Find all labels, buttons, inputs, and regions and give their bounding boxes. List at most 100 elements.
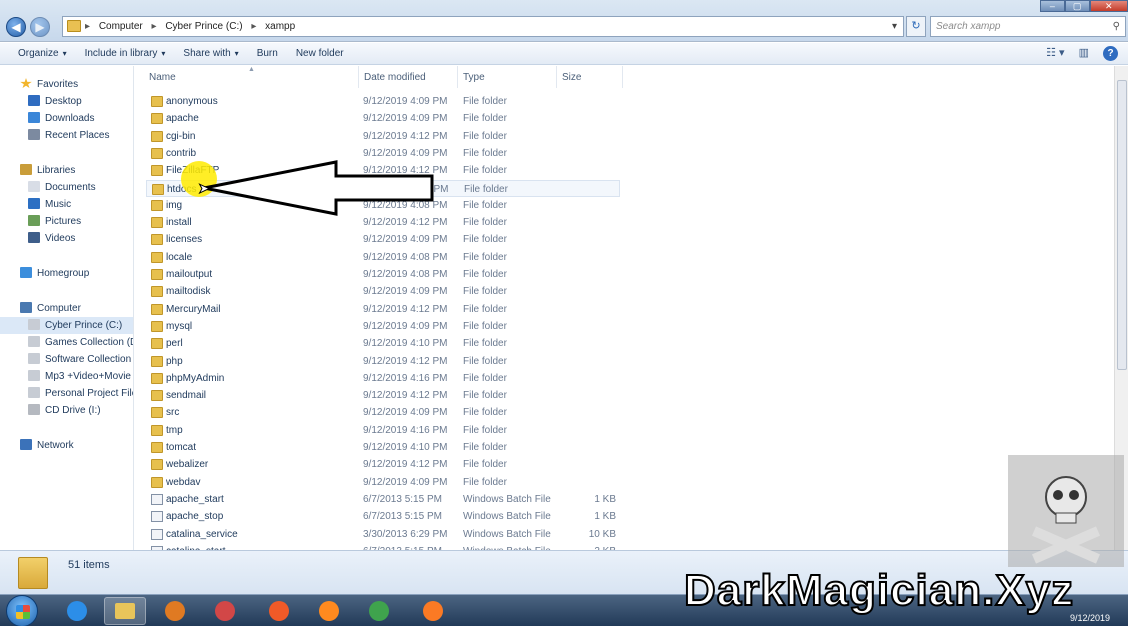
taskbar-media-player-button[interactable] [154, 597, 196, 625]
nav-item-software-collection[interactable]: Software Collection [0, 351, 133, 368]
file-date: 9/12/2019 4:12 PM [363, 355, 448, 367]
nav-item-label: CD Drive (I:) [45, 405, 101, 416]
nav-item-favorites[interactable]: Favorites [0, 76, 133, 93]
taskbar-firefox-button[interactable] [308, 597, 350, 625]
taskbar-windows-explorer-button[interactable] [104, 597, 146, 625]
file-row-php[interactable]: php 9/12/2019 4:12 PM File folder [146, 353, 620, 370]
nav-item-desktop[interactable]: Desktop [0, 93, 133, 110]
taskbar-snipping-tool-button[interactable] [204, 597, 246, 625]
file-row-mailoutput[interactable]: mailoutput 9/12/2019 4:08 PM File folder [146, 266, 620, 283]
help-icon[interactable]: ? [1103, 46, 1118, 61]
nav-item-downloads[interactable]: Downloads [0, 110, 133, 127]
nav-item-mp3-video-movie[interactable]: Mp3 +Video+Movie [0, 368, 133, 385]
file-date: 9/12/2019 4:09 PM [363, 234, 448, 246]
file-row-catalina-start[interactable]: catalina_start 6/7/2013 5:15 PM Windows Ba… [146, 543, 620, 550]
chevron-down-icon[interactable]: ▾ [892, 17, 897, 36]
nav-item-videos[interactable]: Videos [0, 230, 133, 247]
file-row-sendmail[interactable]: sendmail 9/12/2019 4:12 PM File folder [146, 387, 620, 404]
forward-arrow-icon[interactable]: ▶ [30, 17, 50, 37]
search-icon[interactable]: ⚲ [1113, 17, 1120, 36]
folder-icon [151, 372, 163, 384]
drive-icon [28, 353, 40, 364]
breadcrumb-drive[interactable]: Cyber Prince (C:) [165, 21, 242, 32]
watermark: DarkMagician.Xyz [683, 565, 1075, 616]
nav-item-games-collection-d[interactable]: Games Collection (D [0, 334, 133, 351]
taskbar-brave-button[interactable] [258, 597, 300, 625]
desktop-icon [28, 95, 40, 106]
start-button[interactable] [6, 595, 38, 626]
nav-item-computer[interactable]: Computer [0, 300, 133, 317]
file-row-catalina-service[interactable]: catalina_service 3/30/2013 6:29 PM Windows… [146, 526, 620, 543]
videos-icon [28, 232, 40, 243]
maximize-button[interactable]: ▢ [1064, 0, 1090, 12]
toolbar-share-with-button[interactable]: Share with ▾ [174, 48, 247, 59]
file-row-webdav[interactable]: webdav 9/12/2019 4:09 PM File folder [146, 474, 620, 491]
breadcrumb-xampp[interactable]: xampp [265, 21, 295, 32]
column-header-size[interactable]: Size [562, 72, 581, 83]
file-row-webalizer[interactable]: webalizer 9/12/2019 4:12 PM File folder [146, 456, 620, 473]
breadcrumb-computer[interactable]: Computer [99, 21, 143, 32]
toolbar-include-in-library-button[interactable]: Include in library ▾ [76, 48, 175, 59]
refresh-icon[interactable]: ↻ [906, 16, 926, 37]
file-row-licenses[interactable]: licenses 9/12/2019 4:09 PM File folder [146, 231, 620, 248]
nav-item-personal-project-file[interactable]: Personal Project File [0, 385, 133, 402]
file-row-anonymous[interactable]: anonymous 9/12/2019 4:09 PM File folder [146, 93, 620, 110]
file-row-apache-start[interactable]: apache_start 6/7/2013 5:15 PM Windows Batc… [146, 491, 620, 508]
nav-item-label: Videos [45, 233, 76, 244]
minimize-button[interactable]: – [1040, 0, 1065, 12]
file-row-tomcat[interactable]: tomcat 9/12/2019 4:10 PM File folder [146, 439, 620, 456]
folder-icon [151, 269, 163, 280]
nav-item-recent-places[interactable]: Recent Places [0, 127, 133, 144]
column-header-name[interactable]: Name [149, 72, 176, 83]
file-row-apache[interactable]: apache 9/12/2019 4:09 PM File folder [146, 110, 620, 127]
view-options-icon[interactable]: ☷ ▾ [1046, 46, 1064, 61]
nav-item-pictures[interactable]: Pictures [0, 213, 133, 230]
nav-item-documents[interactable]: Documents [0, 179, 133, 196]
column-header-date[interactable]: Date modified [364, 72, 426, 83]
toolbar-new-folder-button[interactable]: New folder [287, 48, 353, 59]
file-type: Windows Batch File [463, 528, 551, 540]
file-type: File folder [463, 130, 507, 142]
nav-item-cyber-prince-c[interactable]: Cyber Prince (C:) [0, 317, 133, 334]
file-size: 2 KB [566, 543, 616, 550]
file-row-mysql[interactable]: mysql 9/12/2019 4:09 PM File folder [146, 318, 620, 335]
scrollbar-thumb[interactable] [1117, 80, 1127, 370]
folder-icon [151, 217, 163, 229]
file-row-mercurymail[interactable]: MercuryMail 9/12/2019 4:12 PM File folder [146, 301, 620, 318]
address-bar[interactable]: ▸ Computer ▸ Cyber Prince (C:) ▸ xampp ▾ [62, 16, 904, 37]
toolbar-burn-button[interactable]: Burn [248, 48, 287, 59]
toolbar-organize-button[interactable]: Organize ▾ [0, 48, 76, 59]
file-row-locale[interactable]: locale 9/12/2019 4:08 PM File folder [146, 249, 620, 266]
folder-icon [151, 199, 163, 211]
folder-icon [151, 130, 163, 142]
file-row-tmp[interactable]: tmp 9/12/2019 4:16 PM File folder [146, 422, 620, 439]
nav-item-cd-drive-i[interactable]: CD Drive (I:) [0, 402, 133, 419]
search-input[interactable]: Search xampp ⚲ [930, 16, 1126, 37]
folder-icon [151, 234, 163, 246]
taskbar-internet-explorer-button[interactable] [56, 597, 98, 625]
file-date: 9/12/2019 4:09 PM [363, 96, 448, 107]
taskbar-xampp-button[interactable] [412, 597, 454, 625]
chevron-down-icon: ▾ [234, 49, 239, 58]
nav-item-homegroup[interactable]: Homegroup [0, 265, 133, 282]
preview-pane-icon[interactable]: ▥ [1079, 46, 1089, 61]
toolbar-button-label: Include in library [84, 48, 158, 59]
folder-icon [18, 557, 48, 589]
file-row-apache-stop[interactable]: apache_stop 6/7/2013 5:15 PM Windows Batch… [146, 508, 620, 525]
window-controls: – ▢ ✕ [1040, 0, 1128, 12]
close-button[interactable]: ✕ [1089, 0, 1128, 12]
file-type: File folder [463, 459, 507, 471]
file-row-cgi-bin[interactable]: cgi-bin 9/12/2019 4:12 PM File folder [146, 128, 620, 145]
file-row-phpmyadmin[interactable]: phpMyAdmin 9/12/2019 4:16 PM File folder [146, 370, 620, 387]
file-date: 6/7/2013 5:15 PM [363, 543, 442, 550]
back-arrow-icon[interactable]: ◀ [6, 17, 26, 37]
file-row-src[interactable]: src 9/12/2019 4:09 PM File folder [146, 404, 620, 421]
nav-item-music[interactable]: Music [0, 196, 133, 213]
nav-item-libraries[interactable]: Libraries [0, 162, 133, 179]
column-header-type[interactable]: Type [463, 72, 485, 83]
nav-item-network[interactable]: Network [0, 437, 133, 454]
taskbar-chrome-button[interactable] [358, 597, 400, 625]
file-row-perl[interactable]: perl 9/12/2019 4:10 PM File folder [146, 335, 620, 352]
file-type: File folder [463, 199, 507, 211]
file-row-mailtodisk[interactable]: mailtodisk 9/12/2019 4:09 PM File folder [146, 283, 620, 300]
